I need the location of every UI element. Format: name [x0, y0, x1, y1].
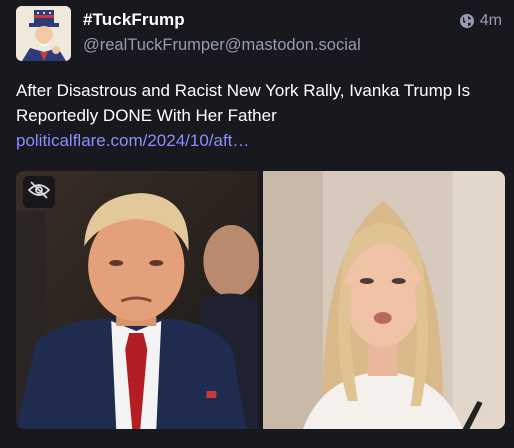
hide-media-button[interactable]: [23, 176, 55, 208]
avatar-image: [16, 6, 71, 61]
eye-slash-icon: [27, 180, 51, 204]
media-image-trump[interactable]: [16, 171, 259, 429]
avatar[interactable]: [16, 6, 71, 61]
account-handle[interactable]: @realTuckFrumper@mastodon.social: [83, 36, 361, 55]
media-image-ivanka[interactable]: [262, 171, 505, 429]
post-link[interactable]: politicalflare.com/2024/10/aft…: [16, 128, 249, 153]
media-gallery: [16, 171, 505, 429]
status-post[interactable]: #TuckFrump @realTuckFrumper@mastodon.soc…: [0, 0, 514, 448]
post-text: After Disastrous and Racist New York Ral…: [16, 81, 471, 125]
post-meta: 4m: [459, 12, 502, 30]
globe-icon: [459, 13, 475, 29]
post-time[interactable]: 4m: [480, 12, 502, 30]
display-name[interactable]: #TuckFrump: [83, 10, 185, 30]
